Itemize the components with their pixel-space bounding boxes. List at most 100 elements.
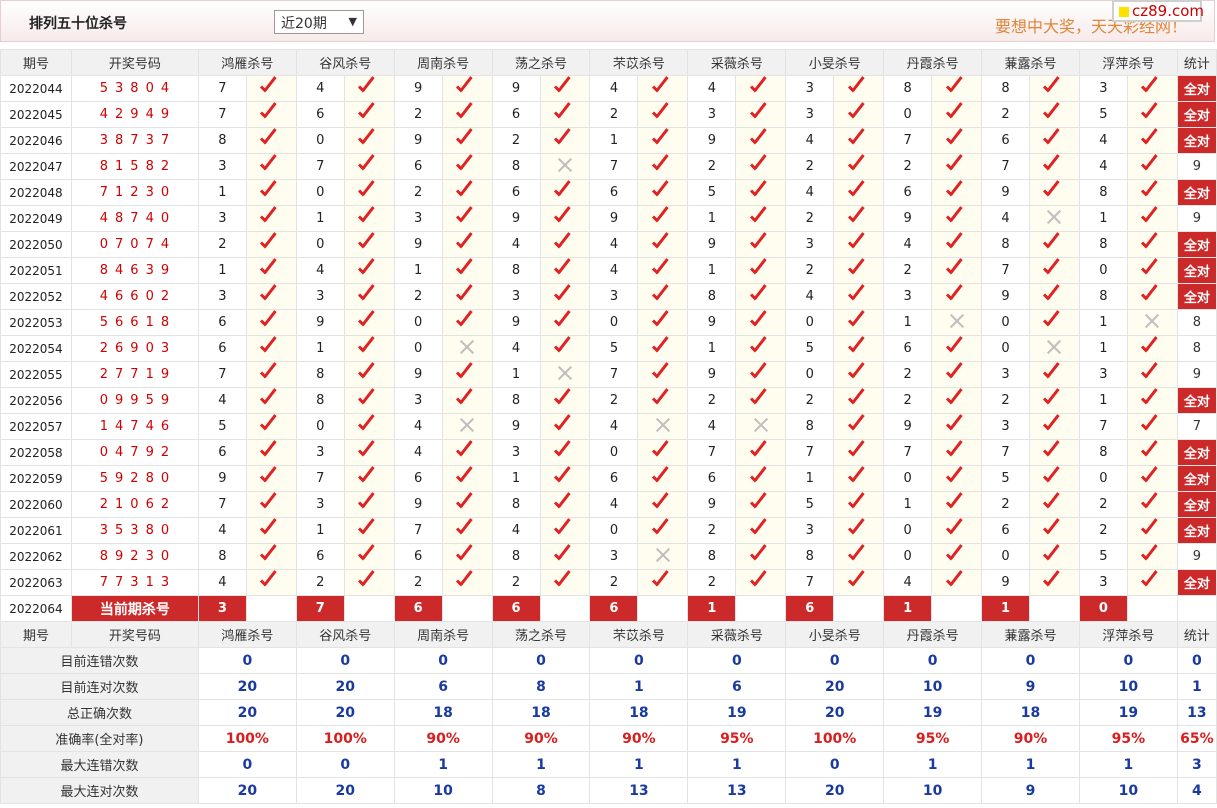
- kill-number-cell: 7: [295, 153, 345, 180]
- column-header-expert[interactable]: 丹霞杀号: [883, 621, 983, 648]
- kill-number-cell: 0: [883, 101, 933, 128]
- check-icon-cell: [343, 335, 395, 362]
- check-icon: [653, 496, 673, 510]
- column-header-expert[interactable]: 周南杀号: [393, 621, 493, 648]
- win-number-cell: 14746: [70, 413, 199, 440]
- kill-number-cell: 3: [1078, 361, 1128, 388]
- check-icon: [1044, 158, 1064, 172]
- kill-number-cell: 3: [785, 75, 835, 102]
- column-header-expert[interactable]: 谷风杀号: [295, 49, 395, 76]
- kill-number-cell: 9: [981, 283, 1030, 310]
- check-icon: [947, 522, 967, 536]
- current-empty-cell: [343, 595, 395, 622]
- kill-number-cell: 9: [393, 361, 443, 388]
- win-number-cell: 59280: [70, 465, 199, 492]
- site-badge[interactable]: cz89.com: [1112, 0, 1204, 22]
- check-icon-cell: [1029, 231, 1080, 258]
- column-header-expert[interactable]: 蒹露杀号: [981, 621, 1080, 648]
- check-icon-cell: [1029, 413, 1080, 440]
- check-icon: [653, 262, 673, 276]
- stat-cell: 9: [1176, 205, 1217, 232]
- column-header-expert[interactable]: 芣苡杀号: [589, 49, 689, 76]
- column-header-expert[interactable]: 采薇杀号: [687, 49, 787, 76]
- check-icon: [849, 496, 869, 510]
- current-empty-cell: [833, 595, 885, 622]
- kill-number-cell: 8: [491, 153, 541, 180]
- kill-number-cell: 7: [981, 153, 1030, 180]
- column-header-expert[interactable]: 荡之杀号: [491, 49, 591, 76]
- issue-cell: 2022062: [0, 543, 72, 570]
- kill-number-cell: 4: [785, 283, 835, 310]
- kill-number-cell: 9: [491, 309, 541, 336]
- kill-number-cell: 2: [981, 387, 1030, 414]
- win-number-cell: 77313: [70, 569, 199, 596]
- column-header-expert[interactable]: 小旻杀号: [785, 621, 885, 648]
- check-icon-cell: [245, 569, 297, 596]
- check-icon-cell: [637, 75, 689, 102]
- stats-value-cell: 90%: [491, 725, 591, 752]
- check-icon-cell: [245, 101, 297, 128]
- column-header-expert[interactable]: 丹霞杀号: [883, 49, 983, 76]
- kill-number-cell: 6: [491, 179, 541, 206]
- kill-number-cell: 3: [393, 205, 443, 232]
- column-header-expert[interactable]: 蒹露杀号: [981, 49, 1080, 76]
- check-icon: [1044, 418, 1064, 432]
- column-header-expert[interactable]: 芣苡杀号: [589, 621, 689, 648]
- check-icon-cell: [637, 231, 689, 258]
- check-icon: [457, 184, 477, 198]
- kill-number-cell: 3: [785, 517, 835, 544]
- kill-number-cell: 2: [785, 205, 835, 232]
- check-icon: [359, 184, 379, 198]
- column-header-expert[interactable]: 鸿雁杀号: [197, 49, 297, 76]
- check-icon-cell: [931, 75, 983, 102]
- check-icon-cell: [637, 153, 689, 180]
- check-icon: [1044, 262, 1064, 276]
- period-select[interactable]: 近20期 ▼: [274, 10, 364, 34]
- check-icon-cell: [1126, 439, 1178, 466]
- kill-number-cell: 9: [687, 231, 737, 258]
- check-icon-cell: [343, 413, 395, 440]
- column-header-expert[interactable]: 浮萍杀号: [1078, 621, 1178, 648]
- stats-value-cell: 0: [1078, 647, 1178, 674]
- check-icon-cell: [833, 543, 885, 570]
- stats-value-cell: 18: [393, 699, 493, 726]
- kill-number-cell: 5: [981, 465, 1030, 492]
- column-header-expert[interactable]: 鸿雁杀号: [197, 621, 297, 648]
- check-icon-cell: [1029, 309, 1080, 336]
- check-icon-cell: [637, 491, 689, 518]
- kill-number-cell: 8: [197, 127, 247, 154]
- check-icon: [751, 444, 771, 458]
- column-header-win: 开奖号码: [70, 621, 199, 648]
- stats-value-cell: 100%: [785, 725, 885, 752]
- stats-label-cell: 准确率(全对率): [0, 725, 199, 752]
- column-header-expert[interactable]: 小旻杀号: [785, 49, 885, 76]
- check-icon: [1142, 392, 1162, 406]
- column-header-expert[interactable]: 采薇杀号: [687, 621, 787, 648]
- check-icon-cell: [931, 491, 983, 518]
- column-header-expert[interactable]: 浮萍杀号: [1078, 49, 1178, 76]
- check-icon-cell: [539, 517, 591, 544]
- check-icon: [947, 366, 967, 380]
- column-header-expert[interactable]: 谷风杀号: [295, 621, 395, 648]
- column-header-expert[interactable]: 荡之杀号: [491, 621, 591, 648]
- stats-value-cell: 90%: [981, 725, 1080, 752]
- stats-total-cell: 13: [1176, 699, 1217, 726]
- kill-number-cell: 9: [197, 465, 247, 492]
- stats-value-cell: 1: [589, 673, 689, 700]
- column-header-expert[interactable]: 周南杀号: [393, 49, 493, 76]
- kill-number-cell: 4: [589, 491, 639, 518]
- kill-number-cell: 4: [687, 75, 737, 102]
- kill-number-cell: 9: [491, 75, 541, 102]
- check-icon: [555, 574, 575, 588]
- check-icon-cell: [931, 387, 983, 414]
- win-number-cell: 35380: [70, 517, 199, 544]
- check-icon: [261, 262, 281, 276]
- check-icon: [555, 80, 575, 94]
- check-icon-cell: [1029, 101, 1080, 128]
- check-icon-cell: [735, 153, 787, 180]
- check-icon: [849, 132, 869, 146]
- check-icon-cell: [539, 491, 591, 518]
- kill-number-cell: 8: [785, 413, 835, 440]
- kill-number-cell: 4: [491, 335, 541, 362]
- stats-value-cell: 0: [785, 647, 885, 674]
